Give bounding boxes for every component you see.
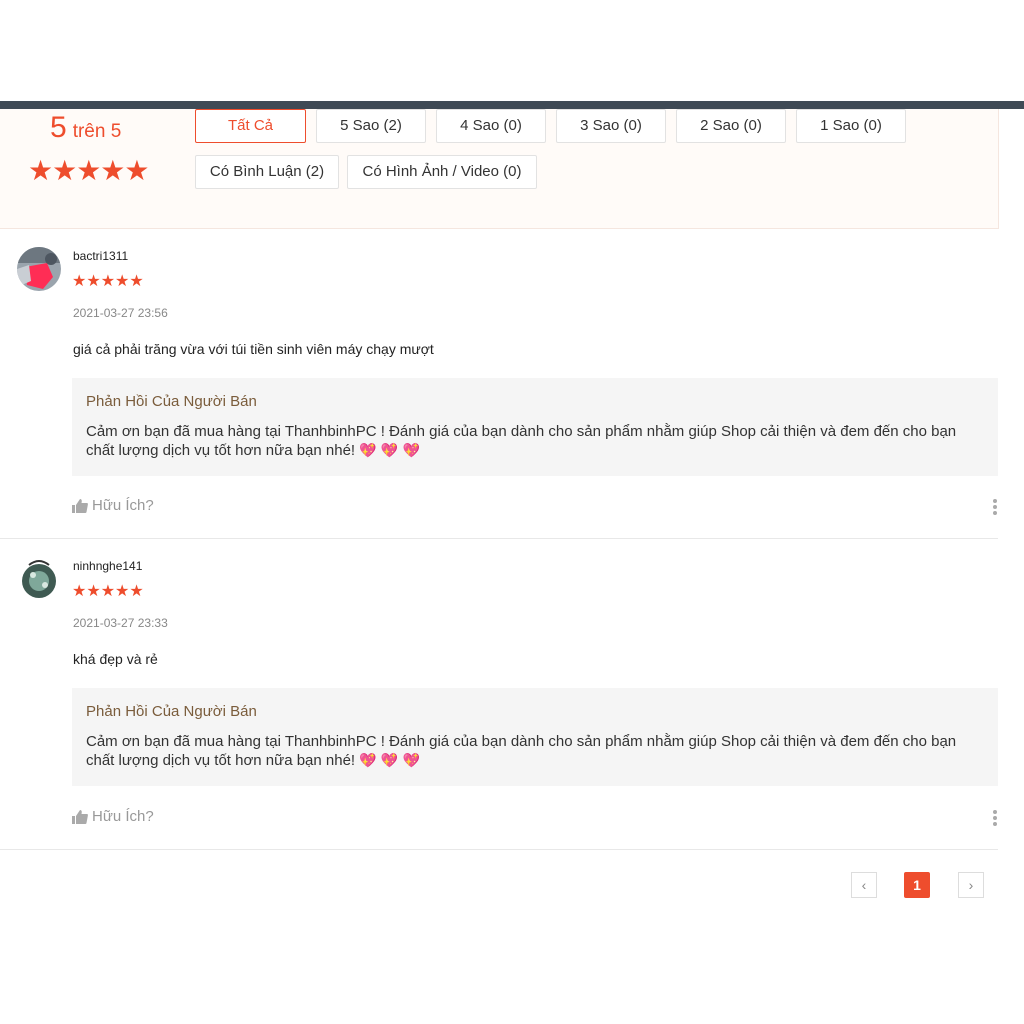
filter-4-star[interactable]: 4 Sao (0) [436, 109, 546, 143]
helpful-button[interactable]: Hữu Ích? [72, 497, 154, 514]
filter-all[interactable]: Tất Cả [195, 109, 306, 143]
filter-3-star[interactable]: 3 Sao (0) [556, 109, 666, 143]
thumbs-up-icon [72, 498, 88, 513]
username[interactable]: ninhnghe141 [73, 559, 142, 573]
current-page-button[interactable]: 1 [904, 872, 930, 898]
review-item: bactri1311 ★★★★★ 2021-03-27 23:56 giá cả… [0, 229, 998, 539]
seller-reply-title: Phản Hồi Của Người Bán [86, 393, 257, 410]
review-item: ninhnghe141 ★★★★★ 2021-03-27 23:33 khá đ… [0, 539, 998, 850]
filter-2-star[interactable]: 2 Sao (0) [676, 109, 786, 143]
heart-icon: 💖 [402, 752, 420, 768]
thumbs-up-icon [72, 809, 88, 824]
heart-icon: 💖 [380, 442, 399, 458]
seller-reply: Phản Hồi Của Người Bán Cảm ơn bạn đã mua… [72, 378, 998, 476]
avatar[interactable] [17, 557, 61, 601]
helpful-label: Hữu Ích? [92, 808, 154, 825]
heart-icon: 💖 [402, 442, 420, 458]
seller-reply-text: Cảm ơn bạn đã mua hàng tại ThanhbinhPC !… [86, 732, 976, 770]
filter-with-media[interactable]: Có Hình Ảnh / Video (0) [347, 155, 537, 189]
more-options-icon[interactable] [993, 810, 999, 828]
rating-summary: 5 trên 5 ★★★★★ Tất Cả 5 Sao (2) 4 Sao (0)… [0, 109, 999, 229]
seller-reply: Phản Hồi Của Người Bán Cảm ơn bạn đã mua… [72, 688, 998, 786]
seller-reply-body: Cảm ơn bạn đã mua hàng tại ThanhbinhPC !… [86, 733, 957, 769]
username[interactable]: bactri1311 [73, 249, 128, 263]
more-options-icon[interactable] [993, 499, 999, 517]
summary-stars: ★★★★★ [28, 155, 150, 186]
heart-icon: 💖 [359, 752, 377, 768]
helpful-label: Hữu Ích? [92, 497, 154, 514]
review-time: 2021-03-27 23:33 [73, 616, 168, 630]
top-divider-bar [0, 101, 1024, 109]
review-time: 2021-03-27 23:56 [73, 306, 168, 320]
review-stars: ★★★★★ [72, 583, 144, 600]
review-comment: khá đẹp và rẻ [73, 651, 158, 667]
avatar[interactable] [17, 247, 61, 291]
heart-icon: 💖 [380, 752, 399, 768]
helpful-button[interactable]: Hữu Ích? [72, 808, 154, 825]
prev-page-button[interactable]: ‹ [851, 872, 877, 898]
seller-reply-text: Cảm ơn bạn đã mua hàng tại ThanhbinhPC !… [86, 422, 976, 460]
seller-reply-title: Phản Hồi Của Người Bán [86, 703, 257, 720]
filter-with-comment[interactable]: Có Bình Luận (2) [195, 155, 339, 189]
filter-5-star[interactable]: 5 Sao (2) [316, 109, 426, 143]
review-stars: ★★★★★ [72, 273, 144, 290]
filter-1-star[interactable]: 1 Sao (0) [796, 109, 906, 143]
next-page-button[interactable]: › [958, 872, 984, 898]
seller-reply-body: Cảm ơn bạn đã mua hàng tại ThanhbinhPC !… [86, 423, 957, 459]
heart-icon: 💖 [359, 442, 377, 458]
score-value: 5 [50, 111, 67, 144]
average-score: 5 trên 5 [50, 111, 121, 145]
review-comment: giá cả phải trăng vừa với túi tiền sinh … [73, 341, 434, 357]
score-suffix: trên 5 [72, 121, 122, 142]
